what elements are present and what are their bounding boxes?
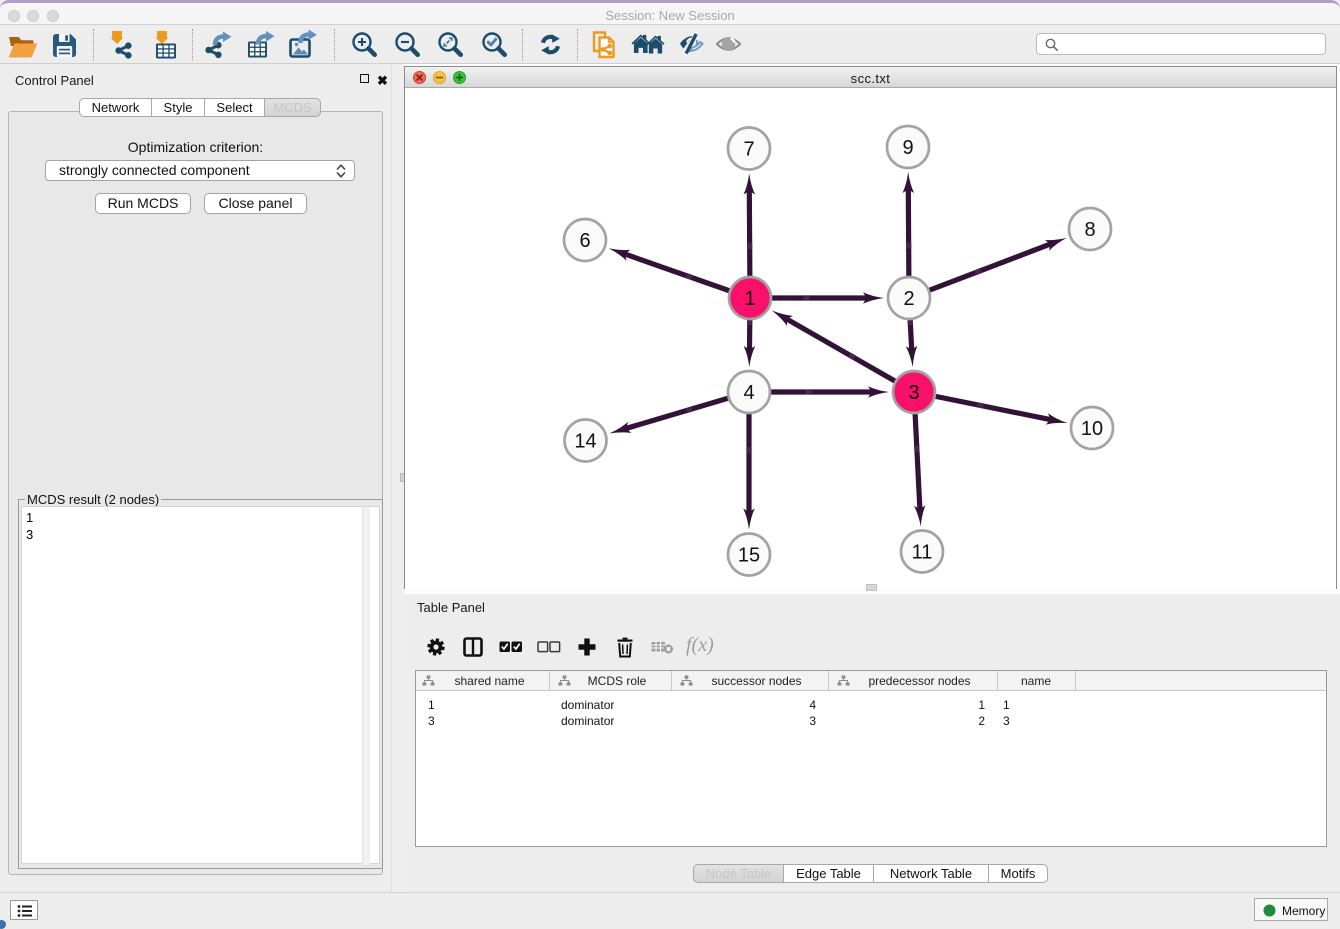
svg-text:15: 15 xyxy=(738,545,760,567)
svg-text:10: 10 xyxy=(1081,418,1103,440)
svg-text:7: 7 xyxy=(743,139,754,161)
svg-text:4: 4 xyxy=(743,382,754,404)
svg-text:8: 8 xyxy=(1084,219,1095,241)
svg-text:11: 11 xyxy=(912,542,933,564)
svg-text:2: 2 xyxy=(903,288,914,310)
svg-text:1: 1 xyxy=(744,288,755,310)
svg-text:6: 6 xyxy=(579,230,590,252)
svg-text:3: 3 xyxy=(908,382,919,404)
svg-text:9: 9 xyxy=(902,137,913,159)
svg-text:14: 14 xyxy=(574,431,596,453)
